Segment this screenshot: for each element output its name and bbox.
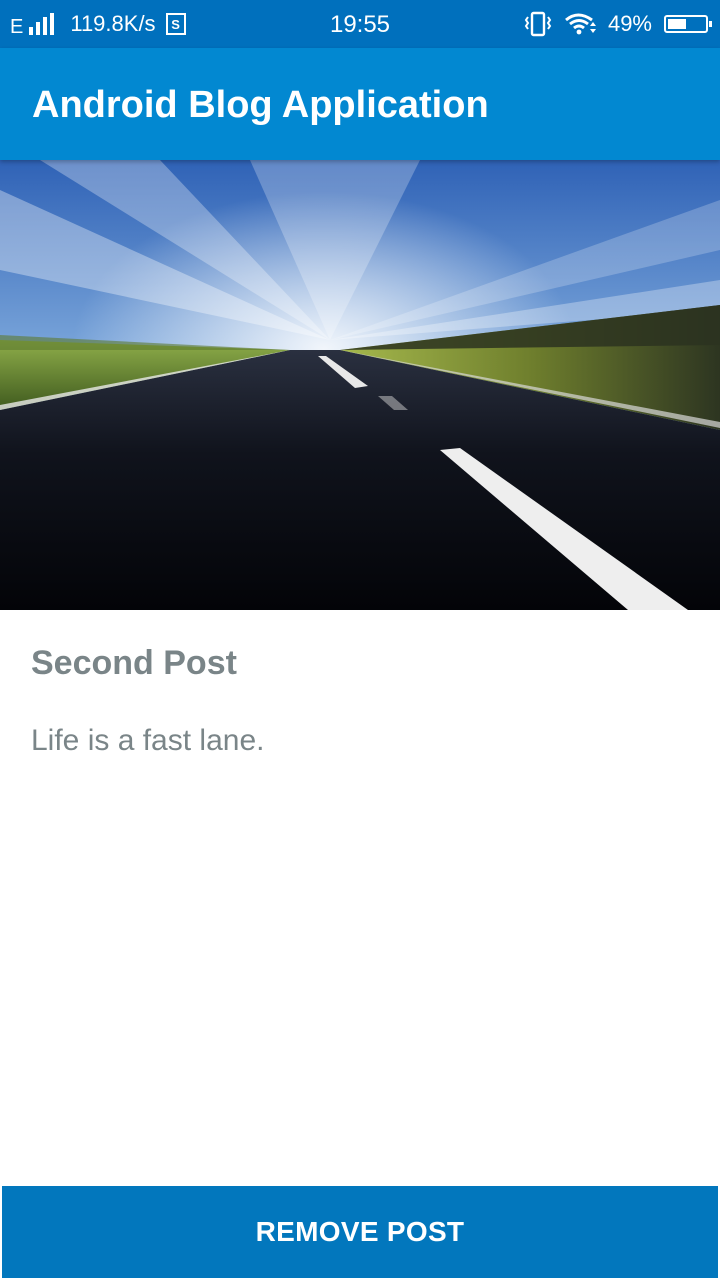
post-title: Second Post [31,644,237,682]
screen: E 119.8K/s S 19:55 49% Android Blog Appl… [0,0,720,1280]
vibrate-icon [524,11,552,37]
post-image [0,160,720,610]
battery-icon [664,15,712,33]
wifi-icon [564,13,596,35]
app-bar: Android Blog Application [0,48,720,160]
app-title: Android Blog Application [32,84,489,126]
post-body: Life is a fast lane. [31,724,265,757]
status-right: 49% [524,0,712,48]
road-photo [0,160,720,610]
battery-percent: 49% [607,11,652,36]
status-bar: E 119.8K/s S 19:55 49% [0,0,720,48]
remove-post-button[interactable]: REMOVE POST [2,1186,718,1278]
